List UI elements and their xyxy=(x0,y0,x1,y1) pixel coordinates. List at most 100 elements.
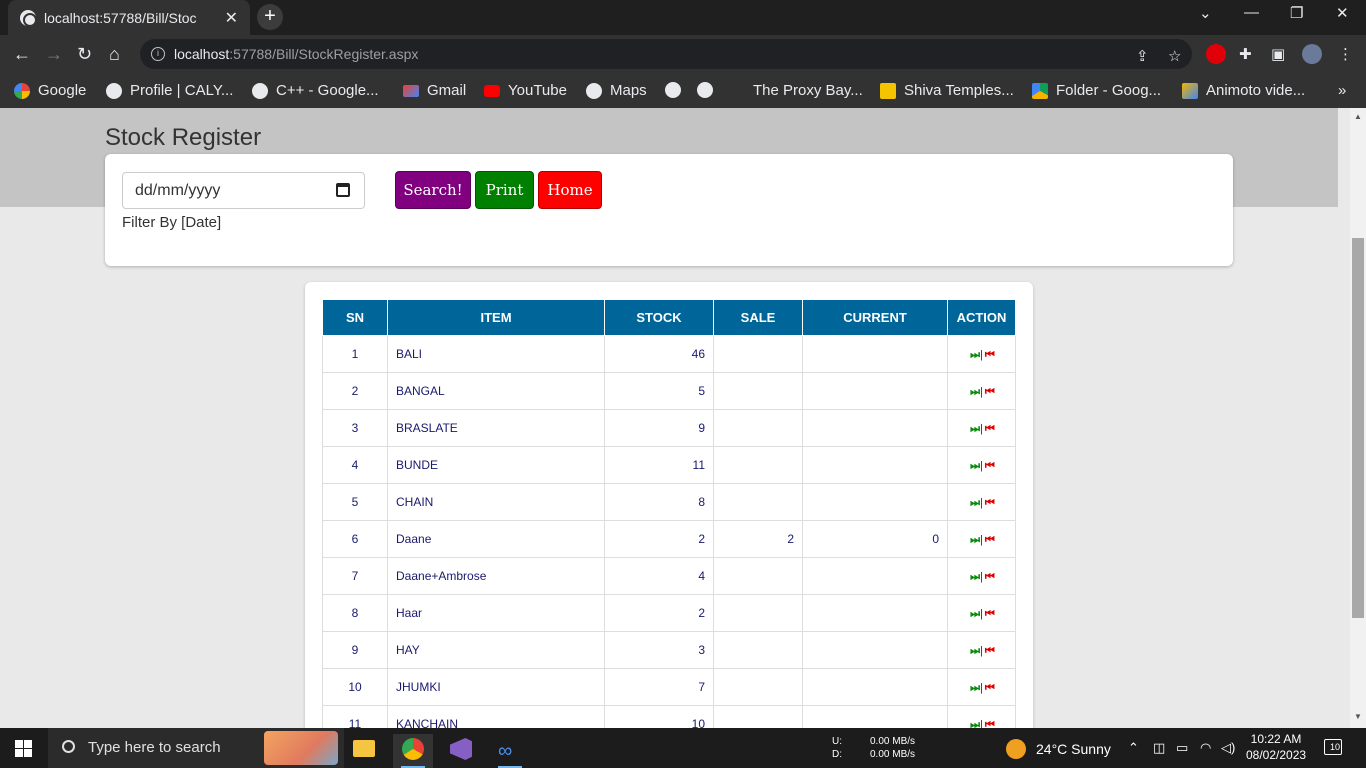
cell-sale: 2 xyxy=(713,520,803,558)
bookmark-animoto[interactable]: Animoto vide... xyxy=(1182,82,1305,99)
visual-studio-icon[interactable] xyxy=(441,734,481,768)
site-info-icon[interactable]: i xyxy=(151,47,165,61)
rewind-icon[interactable]: ⏮ xyxy=(985,386,995,398)
close-tab-icon[interactable]: ✕ xyxy=(225,8,238,28)
bookmark-google[interactable]: Google xyxy=(14,82,86,99)
fast-forward-icon[interactable]: ⏭ xyxy=(970,460,980,472)
fast-forward-icon[interactable]: ⏭ xyxy=(970,423,980,435)
forward-icon[interactable]: → xyxy=(45,44,63,65)
fast-forward-icon[interactable]: ⏭ xyxy=(970,349,980,361)
cell-sale xyxy=(713,594,803,632)
app-infinity-icon[interactable]: ∞ xyxy=(490,734,530,768)
bookmark-profile[interactable]: Profile | CALY... xyxy=(106,82,233,99)
extension-red-icon[interactable] xyxy=(1206,44,1226,64)
search-highlight-image xyxy=(264,731,338,765)
bookmark-star-icon[interactable]: ☆ xyxy=(1168,47,1181,65)
fast-forward-icon[interactable]: ⏭ xyxy=(970,608,980,620)
globe-icon xyxy=(20,9,37,27)
fast-forward-icon[interactable]: ⏭ xyxy=(970,534,980,546)
bookmark-proxy-bay[interactable]: The Proxy Bay... xyxy=(753,82,863,99)
bookmark-unnamed-1[interactable] xyxy=(665,82,689,98)
bookmark-drive-folder[interactable]: Folder - Goog... xyxy=(1032,82,1161,99)
more-bookmarks-icon[interactable]: » xyxy=(1338,82,1346,99)
bookmark-maps[interactable]: Maps xyxy=(586,82,647,99)
rewind-icon[interactable]: ⏮ xyxy=(985,645,995,657)
bookmark-cpp[interactable]: C++ - Google... xyxy=(252,82,379,99)
rewind-icon[interactable]: ⏮ xyxy=(985,571,995,583)
date-filter-input[interactable]: dd/mm/yyyy xyxy=(122,172,365,209)
bookmark-unnamed-2[interactable] xyxy=(697,82,721,98)
battery-icon[interactable]: ▭ xyxy=(1176,740,1188,756)
cell-current xyxy=(802,372,948,410)
fast-forward-icon[interactable]: ⏭ xyxy=(970,719,980,729)
restore-icon[interactable]: ❐ xyxy=(1290,4,1303,22)
cell-sale xyxy=(713,446,803,484)
taskbar-search-box[interactable]: Type here to search xyxy=(48,728,344,768)
action-separator: | xyxy=(980,681,983,694)
page-scrollbar[interactable]: ▲ ▼ xyxy=(1350,108,1366,728)
taskbar-clock[interactable]: 10:22 AM 08/02/2023 xyxy=(1246,731,1306,763)
fast-forward-icon[interactable]: ⏭ xyxy=(970,682,980,694)
windows-start-icon[interactable] xyxy=(15,740,32,757)
scroll-down-icon[interactable]: ▼ xyxy=(1354,712,1362,721)
calendar-icon[interactable] xyxy=(336,183,350,197)
cell-sn: 2 xyxy=(322,372,388,410)
meet-now-icon[interactable]: ◫ xyxy=(1153,740,1165,756)
rewind-icon[interactable]: ⏮ xyxy=(985,349,995,361)
bookmark-shiva-temples[interactable]: Shiva Temples... xyxy=(880,82,1014,99)
fast-forward-icon[interactable]: ⏭ xyxy=(970,386,980,398)
rewind-icon[interactable]: ⏮ xyxy=(985,719,995,729)
url-input[interactable]: i localhost:57788/Bill/StockRegister.asp… xyxy=(140,39,1192,69)
share-icon[interactable]: ⇪ xyxy=(1136,47,1149,65)
weather-widget[interactable]: 24°C Sunny xyxy=(1006,739,1111,759)
scroll-up-icon[interactable]: ▲ xyxy=(1354,112,1362,121)
chrome-icon[interactable] xyxy=(393,734,433,768)
page-content: Stock Register dd/mm/yyyy Filter By [Dat… xyxy=(0,108,1350,728)
volume-icon[interactable]: ◁) xyxy=(1221,740,1235,756)
cell-action: ⏭ | ⏮ xyxy=(947,631,1016,669)
side-panel-icon[interactable]: ▣ xyxy=(1271,45,1285,63)
bookmark-youtube[interactable]: YouTube xyxy=(484,82,567,99)
menu-kebab-icon[interactable]: ⋮ xyxy=(1338,45,1353,63)
tab-search-icon[interactable]: ⌄ xyxy=(1199,4,1212,22)
fast-forward-icon[interactable]: ⏭ xyxy=(970,497,980,509)
cell-sn: 6 xyxy=(322,520,388,558)
reload-icon[interactable]: ↻ xyxy=(77,44,92,65)
show-hidden-icons-icon[interactable]: ⌃ xyxy=(1128,740,1139,756)
minimize-icon[interactable]: — xyxy=(1244,4,1259,21)
rewind-icon[interactable]: ⏮ xyxy=(985,682,995,694)
notification-center-icon[interactable]: 10 xyxy=(1324,739,1342,755)
column-header-action: ACTION xyxy=(947,299,1016,336)
back-icon[interactable]: ← xyxy=(13,44,31,65)
column-header-stock: STOCK xyxy=(604,299,714,336)
cell-stock: 4 xyxy=(604,557,714,595)
action-separator: | xyxy=(980,496,983,509)
cell-sn: 7 xyxy=(322,557,388,595)
globe-icon xyxy=(252,82,268,99)
table-header-row: SN ITEM STOCK SALE CURRENT ACTION xyxy=(322,299,1016,336)
bookmark-gmail[interactable]: Gmail xyxy=(403,82,466,99)
rewind-icon[interactable]: ⏮ xyxy=(985,534,995,546)
rewind-icon[interactable]: ⏮ xyxy=(985,460,995,472)
rewind-icon[interactable]: ⏮ xyxy=(985,423,995,435)
browser-tab[interactable]: localhost:57788/Bill/Stoc ✕ xyxy=(8,0,250,35)
wifi-icon[interactable]: ◠ xyxy=(1200,740,1211,756)
scrollbar-thumb[interactable] xyxy=(1352,238,1364,618)
extensions-puzzle-icon[interactable]: ✚ xyxy=(1239,45,1252,63)
animoto-icon xyxy=(1182,82,1198,99)
fast-forward-icon[interactable]: ⏭ xyxy=(970,645,980,657)
action-separator: | xyxy=(980,533,983,546)
google-icon xyxy=(14,82,30,99)
file-explorer-icon[interactable] xyxy=(343,734,383,768)
profile-avatar[interactable] xyxy=(1302,44,1322,64)
cell-action: ⏭ | ⏮ xyxy=(947,446,1016,484)
close-window-icon[interactable]: ✕ xyxy=(1336,4,1349,22)
fast-forward-icon[interactable]: ⏭ xyxy=(970,571,980,583)
rewind-icon[interactable]: ⏮ xyxy=(985,608,995,620)
home-button[interactable]: Home xyxy=(538,171,602,209)
print-button[interactable]: Print xyxy=(475,171,534,209)
search-button[interactable]: Search! xyxy=(395,171,471,209)
rewind-icon[interactable]: ⏮ xyxy=(985,497,995,509)
new-tab-button[interactable]: + xyxy=(257,4,283,30)
home-icon[interactable]: ⌂ xyxy=(109,44,120,65)
